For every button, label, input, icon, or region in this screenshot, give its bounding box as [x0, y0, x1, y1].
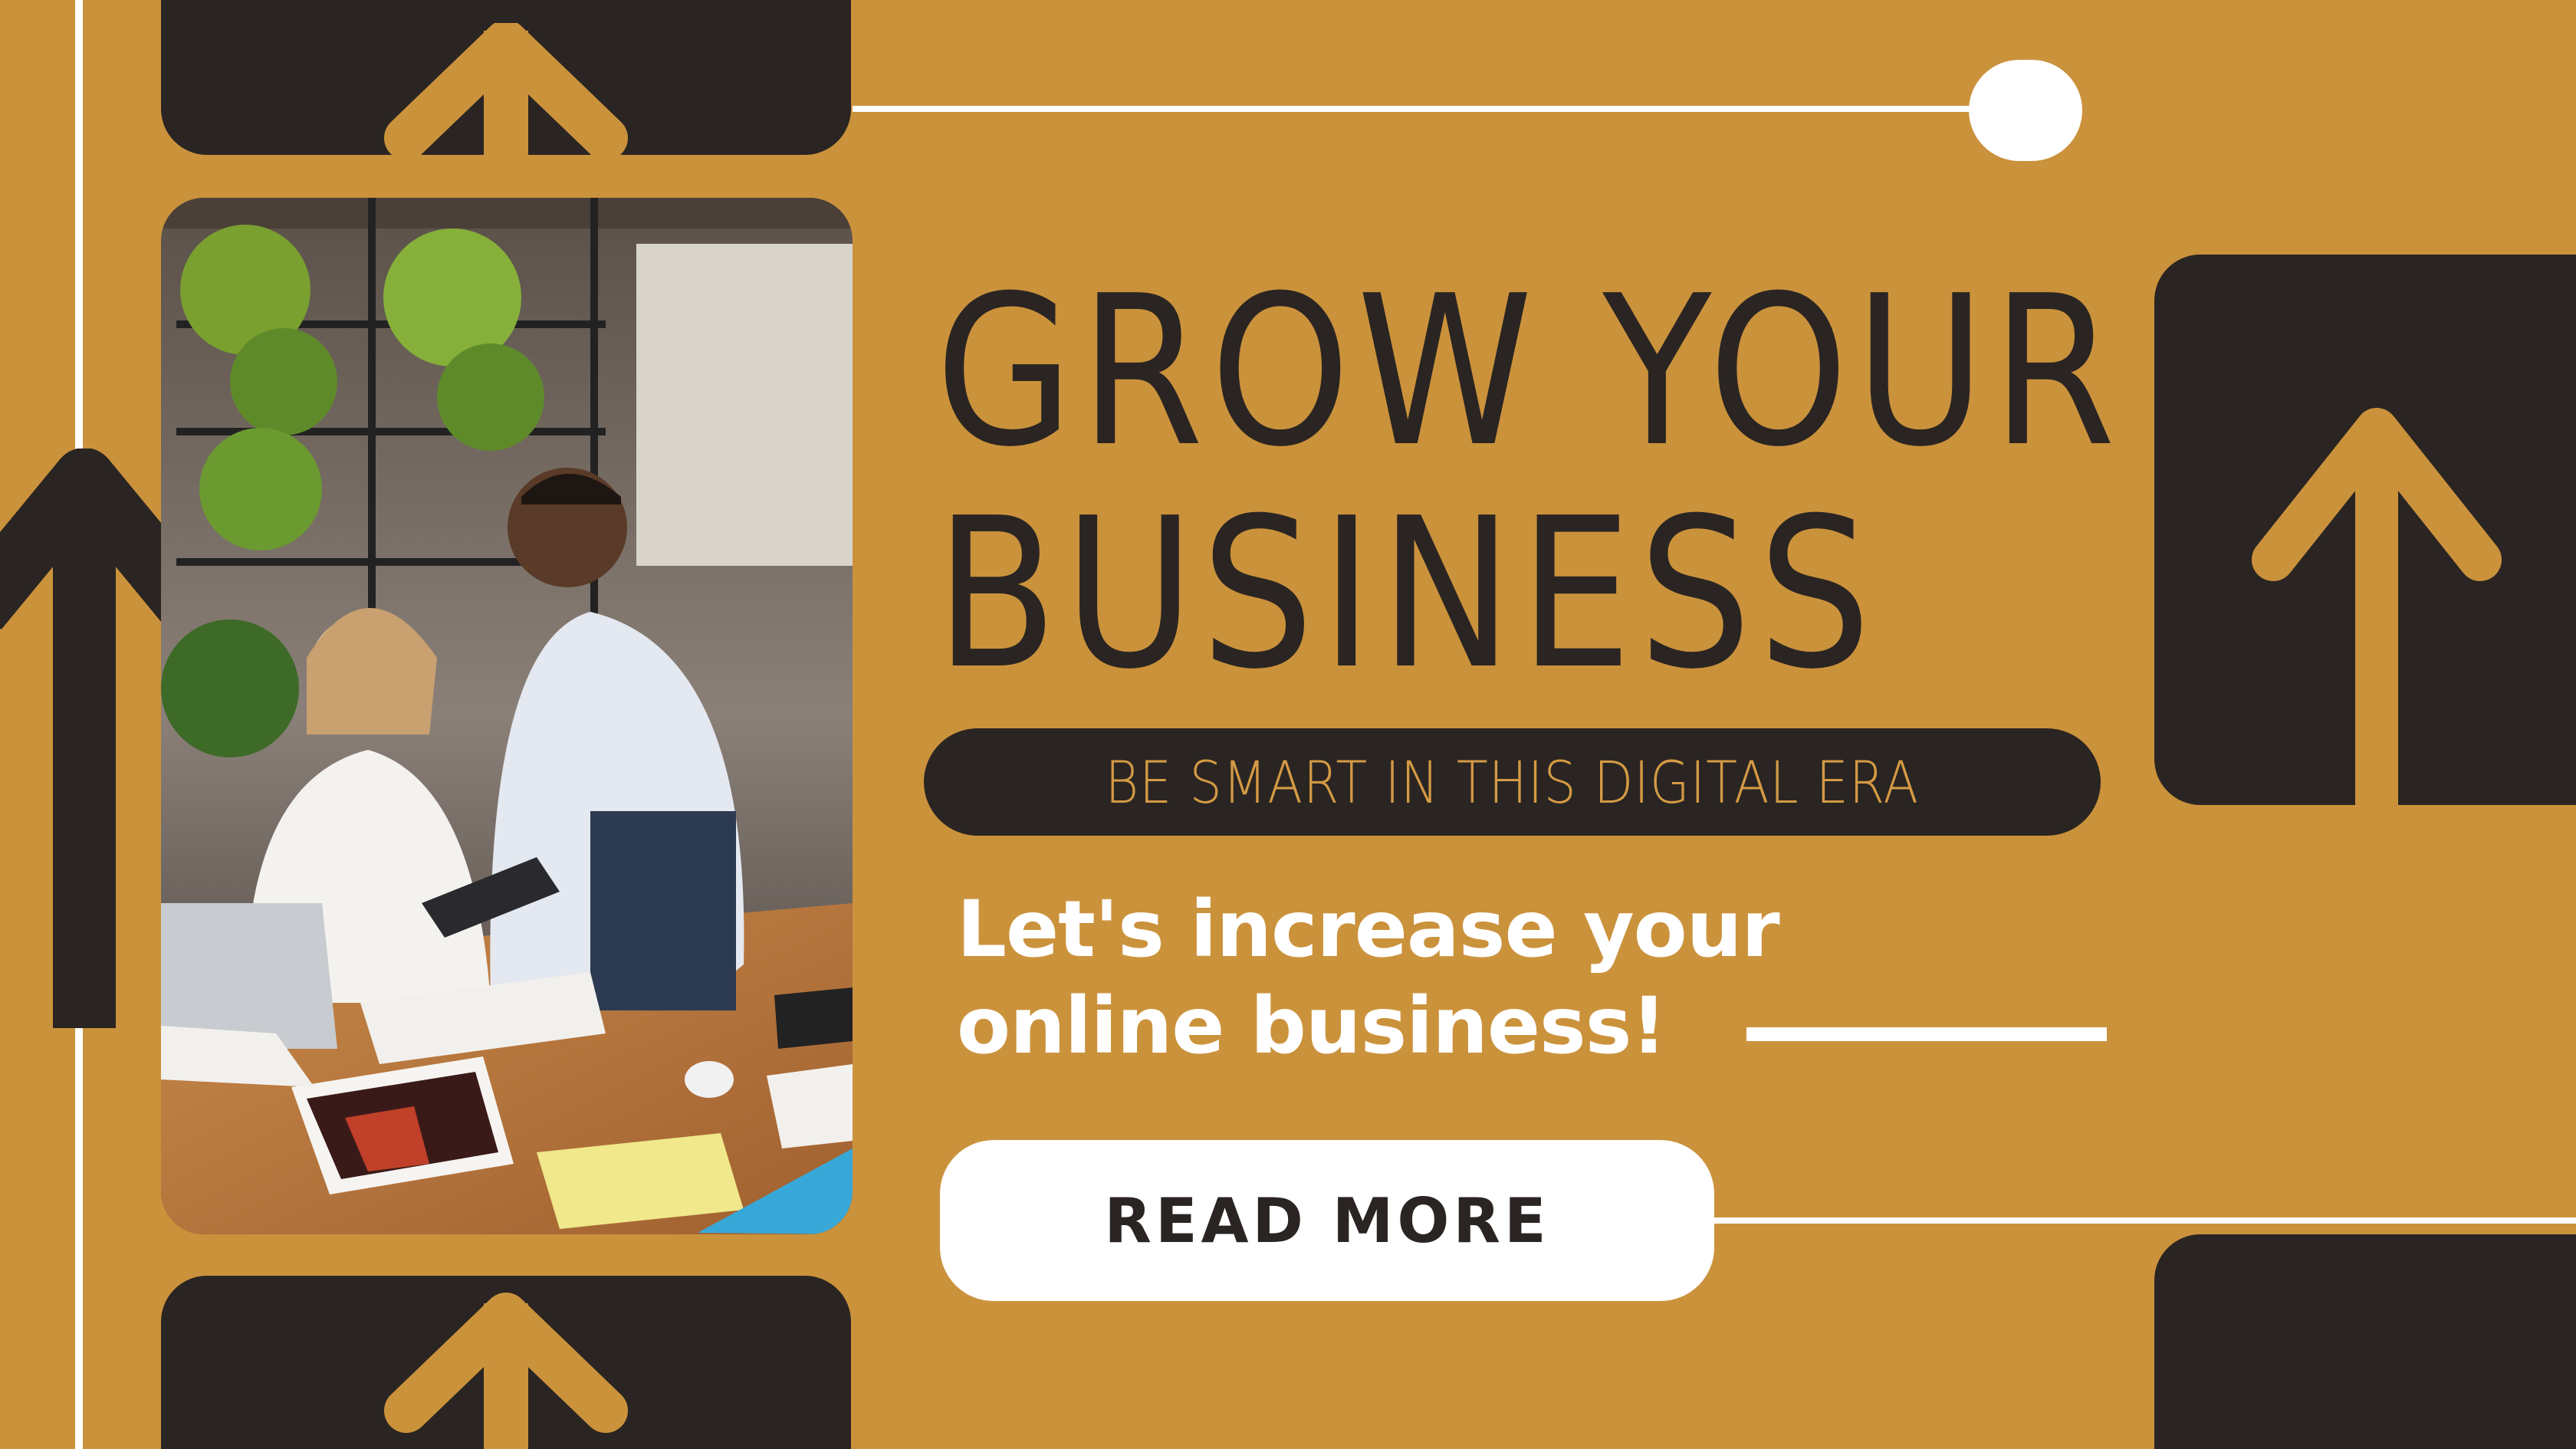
bottom-right-tile — [2154, 1234, 2576, 1449]
headline-line-2: BUSINESS — [935, 473, 1878, 715]
headline-line-1: GROW YOUR — [935, 251, 2123, 492]
promo-banner: GROW YOUR BUSINESS BE SMART IN THIS DIGI… — [0, 0, 2576, 1449]
subtext-line-2: online business! — [957, 981, 1667, 1072]
tagline-pill: BE SMART IN THIS DIGITAL ERA — [924, 728, 2101, 836]
arrow-up-icon — [2246, 399, 2507, 805]
arrow-up-icon — [0, 449, 163, 1028]
read-more-button[interactable]: READ MORE — [940, 1140, 1714, 1301]
arrow-up-icon — [380, 1288, 632, 1449]
subtext-line-1: Let's increase your — [957, 884, 1780, 975]
subtext: Let's increase your online business! — [957, 882, 1915, 1075]
arrow-up-icon — [380, 23, 632, 158]
office-team-photo — [161, 198, 853, 1234]
subtext-underline — [1746, 1027, 2107, 1041]
tagline-text: BE SMART IN THIS DIGITAL ERA — [1105, 748, 1920, 816]
headline: GROW YOUR BUSINESS — [935, 251, 2123, 715]
top-horizontal-line — [853, 106, 1972, 112]
cta-line — [1714, 1217, 2576, 1224]
read-more-label: READ MORE — [1104, 1184, 1550, 1257]
dot-icon — [1969, 60, 2082, 161]
